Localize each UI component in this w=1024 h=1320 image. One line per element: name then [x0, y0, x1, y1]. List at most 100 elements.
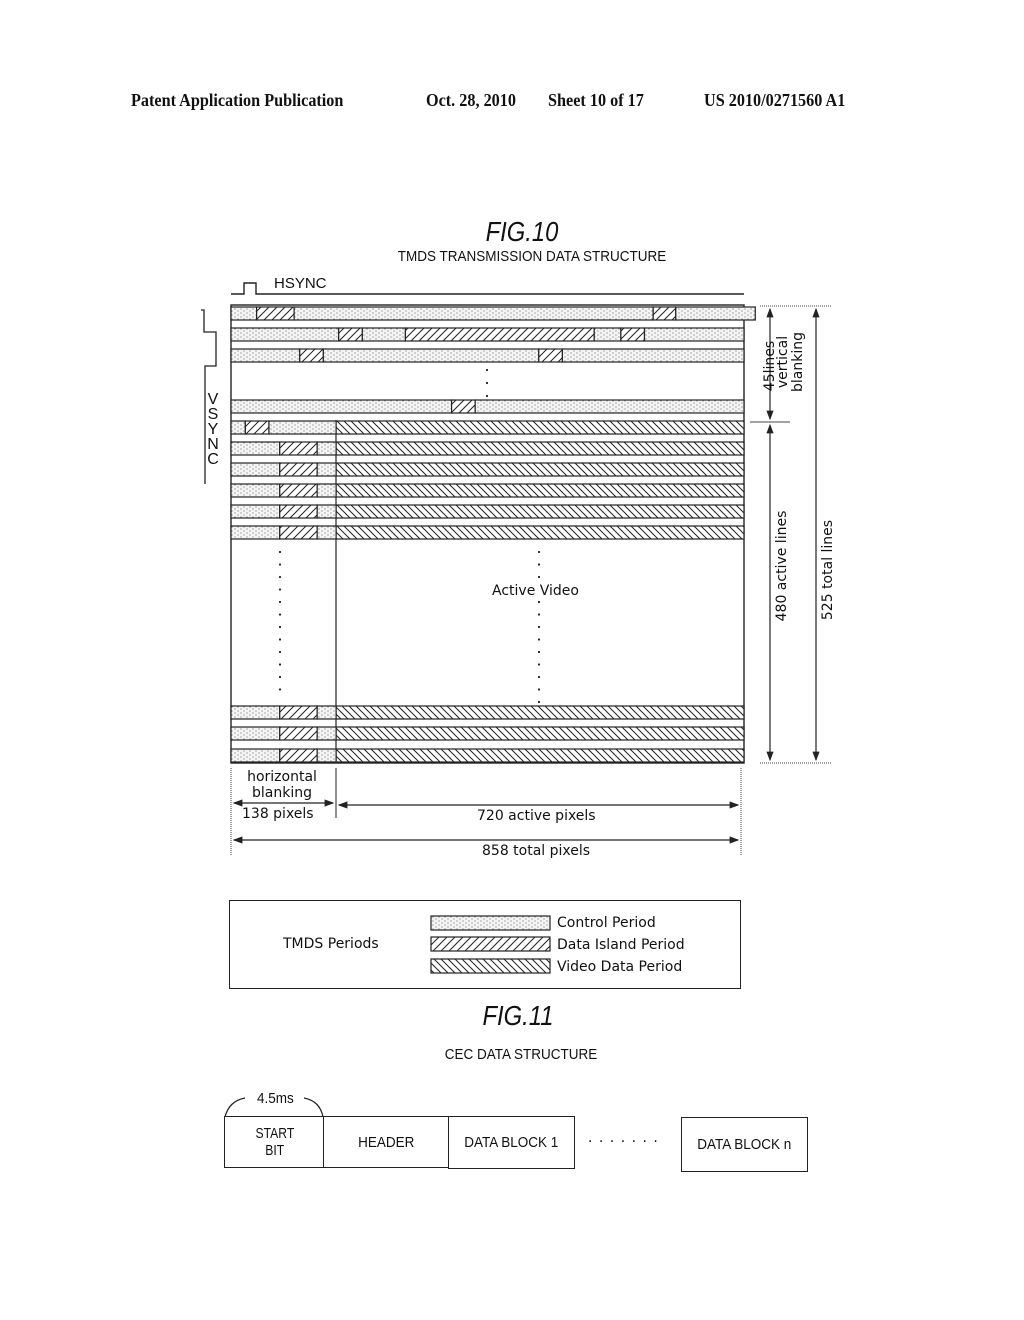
blanking-line-row — [230, 420, 745, 435]
continuation-dot — [278, 613, 282, 616]
continuation-dot — [537, 675, 541, 679]
control-period-segment — [230, 525, 281, 540]
cec-ellipsis: · · · · · · · — [588, 1134, 659, 1150]
data-island-segment — [338, 327, 363, 342]
start-bit-line1: START — [255, 1125, 294, 1142]
continuation-dot — [537, 700, 541, 704]
vsync-letter: C — [207, 451, 219, 468]
cec-data-block-n: DATA BLOCK n — [681, 1117, 808, 1172]
active-pixels-label: 720 active pixels — [477, 808, 596, 824]
blanking-line-row — [230, 348, 745, 363]
video-data-segment — [335, 420, 745, 435]
start-bit-line2: BIT — [265, 1142, 284, 1159]
control-period-segment — [561, 348, 745, 363]
data-block-n-label: DATA BLOCK n — [697, 1136, 792, 1153]
header-block-label: HEADER — [358, 1133, 415, 1151]
control-period-segment — [230, 420, 246, 435]
legend-label-data-island: Data Island Period — [557, 937, 685, 953]
vsync-letter: S — [207, 406, 219, 423]
video-data-segment — [335, 483, 745, 498]
cec-data-block-1: DATA BLOCK 1 — [448, 1116, 575, 1169]
control-period-segment — [230, 705, 281, 720]
control-period-segment — [316, 748, 337, 763]
continuation-dot — [537, 613, 541, 616]
continuation-dot — [537, 650, 541, 654]
vsync-letter: N — [207, 436, 219, 453]
total-lines-label: 525 total lines — [820, 519, 836, 621]
fig11-subtitle: CEC DATA STRUCTURE — [444, 1046, 598, 1063]
continuation-dot — [485, 394, 489, 398]
continuation-dot — [537, 688, 541, 691]
blanking-line-row — [230, 327, 745, 342]
continuation-dot — [278, 638, 282, 641]
data-island-segment — [279, 462, 318, 477]
continuation-dot — [537, 550, 541, 554]
data-island-segment — [279, 525, 318, 540]
hsync-label: HSYNC — [274, 275, 327, 292]
data-island-segment — [244, 420, 270, 435]
control-period-segment — [316, 705, 337, 720]
active-line-row — [230, 525, 745, 540]
blanking-line-row — [230, 399, 745, 414]
data-island-segment — [279, 726, 318, 741]
active-line-row — [230, 462, 745, 477]
active-line-row — [230, 441, 745, 456]
control-period-segment — [593, 327, 622, 342]
control-period-segment — [316, 483, 337, 498]
continuation-dot — [278, 688, 282, 691]
data-island-segment — [279, 705, 318, 720]
control-period-segment — [230, 327, 340, 342]
active-line-row — [230, 705, 745, 720]
video-data-segment — [335, 504, 745, 519]
data-island-segment — [450, 399, 476, 414]
legend-label-video-data: Video Data Period — [557, 959, 683, 975]
video-data-segment — [335, 748, 745, 763]
control-period-segment — [316, 504, 337, 519]
start-bit-duration-label: 4.5ms — [257, 1090, 294, 1107]
data-island-segment — [279, 504, 318, 519]
control-period-segment — [268, 420, 337, 435]
vertical-blanking-line2: blanking — [790, 332, 806, 392]
continuation-dot — [485, 368, 489, 372]
active-line-row — [230, 748, 745, 763]
continuation-dot — [537, 575, 541, 579]
video-data-segment — [335, 726, 745, 741]
data-island-segment — [652, 306, 677, 321]
data-island-segment — [256, 306, 295, 321]
continuation-dot — [537, 625, 541, 629]
control-period-segment — [643, 327, 745, 342]
control-period-segment — [675, 306, 756, 321]
control-period-segment — [474, 399, 745, 414]
continuation-dot — [278, 588, 282, 591]
vsync-letter: Y — [207, 421, 219, 438]
cec-start-bit-block: START BIT — [224, 1116, 325, 1168]
control-period-segment — [230, 348, 301, 363]
active-line-row — [230, 483, 745, 498]
continuation-dot — [278, 650, 282, 654]
control-period-segment — [230, 399, 453, 414]
control-period-segment — [230, 462, 281, 477]
video-data-segment — [335, 441, 745, 456]
horizontal-blanking-label: horizontal blanking — [238, 769, 326, 801]
continuation-dot — [278, 575, 282, 579]
control-period-segment — [230, 306, 258, 321]
video-data-segment — [335, 462, 745, 477]
control-period-segment — [316, 462, 337, 477]
active-lines-label: 480 active lines — [774, 510, 790, 622]
continuation-dot — [278, 600, 282, 604]
active-line-row — [230, 504, 745, 519]
horizontal-blanking-line2: blanking — [252, 785, 312, 801]
continuation-dot — [278, 675, 282, 679]
blanking-line-row — [230, 306, 756, 321]
control-period-segment — [230, 726, 281, 741]
control-period-segment — [230, 483, 281, 498]
vsync-label: V S Y N C — [206, 392, 220, 468]
continuation-dot — [278, 563, 282, 566]
control-period-segment — [316, 525, 337, 540]
control-period-segment — [230, 748, 281, 763]
fig11-title: FIG.11 — [482, 1000, 554, 1031]
control-period-segment — [230, 441, 281, 456]
continuation-dot — [537, 638, 541, 641]
control-period-segment — [293, 306, 654, 321]
vertical-blanking-label: vertical blanking — [775, 332, 806, 392]
